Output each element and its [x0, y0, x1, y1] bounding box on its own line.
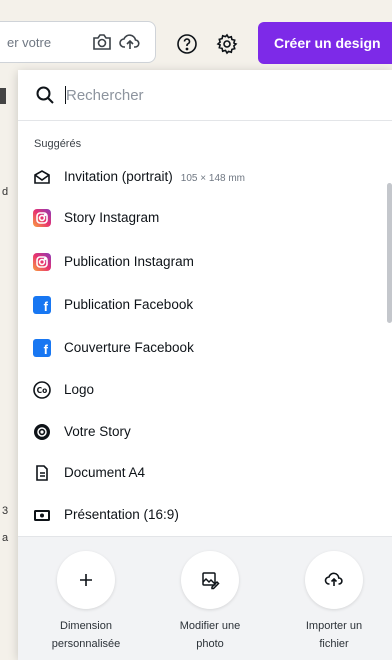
plus-icon: [57, 551, 115, 609]
page-fragment-text: 3: [2, 505, 9, 517]
top-bar: er votre Créer un design: [0, 0, 392, 70]
page-fragment-mark: [0, 88, 6, 104]
create-design-button[interactable]: Créer un design: [258, 22, 392, 64]
design-type-story-instagram[interactable]: Story Instagram: [18, 198, 390, 238]
design-search-input[interactable]: er votre: [0, 21, 156, 63]
settings-gear-icon[interactable]: [214, 31, 240, 57]
design-type-label: Votre Story: [64, 424, 131, 439]
document-icon: [33, 464, 51, 482]
design-type-label: Publication Instagram: [64, 254, 194, 269]
import-file-button[interactable]: Importer un fichier: [284, 551, 384, 653]
logo-co-icon: Co: [33, 381, 51, 399]
design-type-logo[interactable]: Co Logo: [18, 370, 390, 410]
instagram-icon: [33, 253, 51, 271]
import-file-label-line1: Importer un: [305, 620, 363, 632]
envelope-icon: [33, 168, 51, 186]
camera-icon: [33, 423, 51, 441]
design-type-label: Présentation (16:9): [64, 507, 179, 522]
design-type-invitation-portrait[interactable]: Invitation (portrait) 105 × 148 mm: [18, 157, 390, 197]
suggested-section-label: Suggérés: [34, 138, 82, 150]
quick-actions-bar: Dimension personnalisée Modifier une pho…: [18, 536, 392, 660]
design-type-votre-story[interactable]: Votre Story: [18, 412, 390, 452]
custom-size-label-line2: personnalisée: [51, 638, 121, 650]
page-fragment-text: d: [2, 186, 9, 198]
design-search-placeholder: er votre: [7, 35, 52, 50]
design-type-document-a4[interactable]: Document A4: [18, 453, 390, 493]
edit-photo-button[interactable]: Modifier une photo: [160, 551, 260, 653]
create-design-dropdown: Rechercher Suggérés Invitation (portrait…: [18, 70, 392, 660]
custom-size-label-line1: Dimension: [60, 620, 112, 632]
design-type-couverture-facebook[interactable]: f Couverture Facebook: [18, 328, 390, 368]
design-type-label: Document A4: [64, 465, 146, 480]
design-type-label: Invitation (portrait): [64, 169, 173, 184]
search-icon: [32, 82, 58, 108]
upload-cloud-icon: [305, 551, 363, 609]
upload-cloud-icon[interactable]: [117, 29, 143, 55]
import-file-label-line2: fichier: [319, 638, 349, 650]
design-type-label: Story Instagram: [64, 210, 160, 225]
presentation-icon: [33, 506, 51, 524]
dropdown-search-placeholder: Rechercher: [66, 87, 144, 104]
facebook-icon: f: [33, 296, 51, 314]
help-icon[interactable]: [174, 31, 200, 57]
custom-size-button[interactable]: Dimension personnalisée: [36, 551, 136, 653]
dropdown-search-field[interactable]: Rechercher: [18, 70, 392, 121]
edit-photo-label-line1: Modifier une: [179, 620, 241, 632]
design-type-publication-facebook[interactable]: f Publication Facebook: [18, 285, 390, 325]
instagram-icon: [33, 209, 51, 227]
design-type-publication-instagram[interactable]: Publication Instagram: [18, 242, 390, 282]
scrollbar-thumb[interactable]: [387, 183, 392, 323]
svg-text:Co: Co: [37, 386, 48, 395]
edit-photo-icon: [181, 551, 239, 609]
design-type-label: Logo: [64, 382, 95, 397]
page-fragment-text: a: [2, 532, 9, 544]
facebook-icon: f: [33, 339, 51, 357]
camera-search-icon[interactable]: [89, 29, 115, 55]
edit-photo-label-line2: photo: [196, 638, 224, 650]
design-type-label: Couverture Facebook: [64, 340, 194, 355]
design-type-label: Publication Facebook: [64, 297, 194, 312]
dropdown-scrollbar[interactable]: [386, 120, 392, 540]
design-type-presentation-16-9[interactable]: Présentation (16:9): [18, 495, 390, 535]
design-type-dimension: 105 × 148 mm: [180, 173, 246, 184]
